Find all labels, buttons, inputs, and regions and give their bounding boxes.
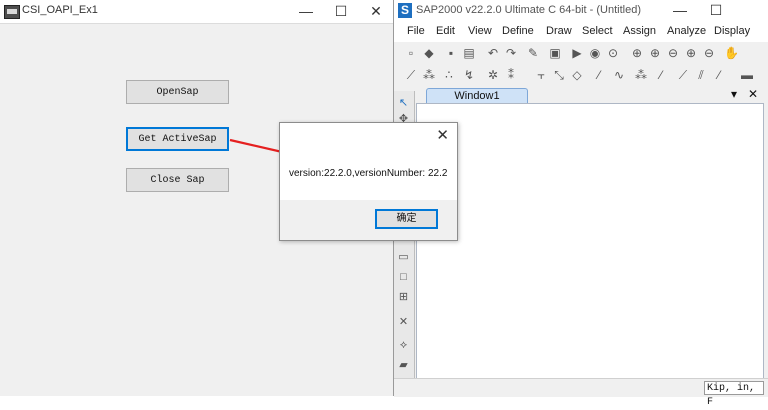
zoom-prev-icon[interactable]: ⊖ xyxy=(666,46,680,60)
zoom-window-icon[interactable]: ⊙ xyxy=(606,46,620,60)
app-close-button[interactable]: ✕ xyxy=(360,0,392,23)
sap-titlebar: S SAP2000 v22.2.0 Ultimate C 64-bit - (U… xyxy=(394,0,768,22)
frame-release-icon[interactable]: ⫟ xyxy=(534,68,548,82)
loads-icon[interactable]: ↯ xyxy=(462,68,476,82)
open-model-icon[interactable]: ◆ xyxy=(422,46,436,60)
menu-assign[interactable]: Assign xyxy=(623,25,656,37)
area-load-icon[interactable]: ⫽ xyxy=(694,68,708,82)
lock-icon[interactable]: ▣ xyxy=(548,46,562,60)
menu-display[interactable]: Display xyxy=(714,25,750,37)
sap-toolbar-secondary: ⟋ ⁂ ∴ ↯ ✲ ⁑ ⫟ ⤡ ◇ ⁄ ∿ ⁂ ⁄ ⟋ ⫽ ⁄ ▬ xyxy=(394,64,768,86)
joint-icon[interactable]: ✲ xyxy=(486,68,500,82)
zoom-rubber-icon[interactable]: ⊕ xyxy=(630,46,644,60)
print-icon[interactable]: ▤ xyxy=(462,46,476,60)
menu-analyze[interactable]: Analyze xyxy=(667,25,706,37)
solid-icon[interactable]: ⁂ xyxy=(634,68,648,82)
draw-area-icon[interactable]: ▭ xyxy=(397,251,410,264)
tab-window1[interactable]: Window1 xyxy=(426,88,528,104)
units-select[interactable]: Kip, in, F xyxy=(704,381,764,408)
restraint-icon[interactable]: ∴ xyxy=(442,68,456,82)
sap-statusbar: Kip, in, F xyxy=(394,378,768,408)
menu-file[interactable]: File xyxy=(407,25,425,37)
sap-toolbar-main: ▫ ◆ ▪ ▤ ↶ ↷ ✎ ▣ ▶ ◉ ⊙ ⊕ ⊕ ⊖ ⊕ ⊖ ✋ xyxy=(394,42,768,64)
app-title: CSI_OAPI_Ex1 xyxy=(22,4,98,16)
run-analysis-icon[interactable]: ◉ xyxy=(588,46,602,60)
document-tab-strip: Window1 ▾ ✕ xyxy=(414,87,768,104)
dialog-close-icon[interactable]: ✕ xyxy=(436,126,449,144)
run-icon[interactable]: ▶ xyxy=(570,46,584,60)
frame-load-icon[interactable]: ⟋ xyxy=(676,68,690,82)
sap-maximize-button[interactable]: ☐ xyxy=(700,0,732,22)
menu-edit[interactable]: Edit xyxy=(436,25,455,37)
assign-icon[interactable]: ⁂ xyxy=(422,68,436,82)
zoom-full-icon[interactable]: ⊕ xyxy=(648,46,662,60)
sap-minimize-button[interactable]: — xyxy=(664,0,696,22)
new-model-icon[interactable]: ▫ xyxy=(404,46,418,60)
pointer-icon[interactable]: ↖ xyxy=(397,97,410,110)
tendon-icon[interactable]: ⁄ xyxy=(592,68,606,82)
section-icon[interactable]: ⤡ xyxy=(552,68,566,82)
sap-title: SAP2000 v22.2.0 Ultimate C 64-bit - (Unt… xyxy=(416,4,641,16)
save-icon[interactable]: ▪ xyxy=(444,46,458,60)
version-message-dialog: ✕ version:22.2.0,versionNumber: 22.2 确定 xyxy=(279,122,458,241)
brush-icon[interactable]: ⁄ xyxy=(712,68,726,82)
draw-brace-icon[interactable]: ✕ xyxy=(397,316,410,329)
menu-define[interactable]: Define xyxy=(502,25,534,37)
menu-view[interactable]: View xyxy=(468,25,492,37)
dialog-ok-button[interactable]: 确定 xyxy=(375,209,438,229)
sap-logo-icon: S xyxy=(398,3,412,18)
dialog-footer: 确定 xyxy=(280,200,457,240)
draw-solid-icon[interactable]: ▰ xyxy=(397,359,410,372)
sap-menubar: File Edit View Define Draw Select Assign… xyxy=(394,22,768,42)
link-icon[interactable]: ⁄ xyxy=(654,68,668,82)
area-icon[interactable]: ◇ xyxy=(570,68,584,82)
menu-select[interactable]: Select xyxy=(582,25,613,37)
draw-grid-icon[interactable]: ⊞ xyxy=(397,291,410,304)
draw-rect-icon[interactable]: □ xyxy=(397,271,410,284)
cable-icon[interactable]: ∿ xyxy=(612,68,626,82)
dialog-message: version:22.2.0,versionNumber: 22.2 xyxy=(289,168,448,179)
zoom-in-icon[interactable]: ⊕ xyxy=(684,46,698,60)
material-icon[interactable]: ▬ xyxy=(740,68,754,82)
draw-frame-icon[interactable]: ⟋ xyxy=(404,68,418,82)
zoom-out-icon[interactable]: ⊖ xyxy=(702,46,716,60)
app-maximize-button[interactable]: ☐ xyxy=(325,0,357,23)
draw-link-icon[interactable]: ⟡ xyxy=(397,339,410,352)
edit-pencil-icon[interactable]: ✎ xyxy=(526,46,540,60)
get-active-sap-button[interactable]: Get ActiveSap xyxy=(126,127,229,151)
model-canvas[interactable] xyxy=(416,103,764,380)
redo-icon[interactable]: ↷ xyxy=(504,46,518,60)
menu-draw[interactable]: Draw xyxy=(546,25,572,37)
app-titlebar: CSI_OAPI_Ex1 — ☐ ✕ xyxy=(0,0,393,24)
close-sap-button[interactable]: Close Sap xyxy=(126,168,229,192)
tab-dropdown-icon[interactable]: ▾ xyxy=(731,87,737,101)
spring-icon[interactable]: ⁑ xyxy=(504,68,518,82)
pan-icon[interactable]: ✋ xyxy=(724,46,739,60)
undo-icon[interactable]: ↶ xyxy=(486,46,500,60)
open-sap-button[interactable]: OpenSap xyxy=(126,80,229,104)
app-minimize-button[interactable]: — xyxy=(290,0,322,23)
tab-close-icon[interactable]: ✕ xyxy=(748,87,758,101)
app-window-icon xyxy=(4,5,20,19)
